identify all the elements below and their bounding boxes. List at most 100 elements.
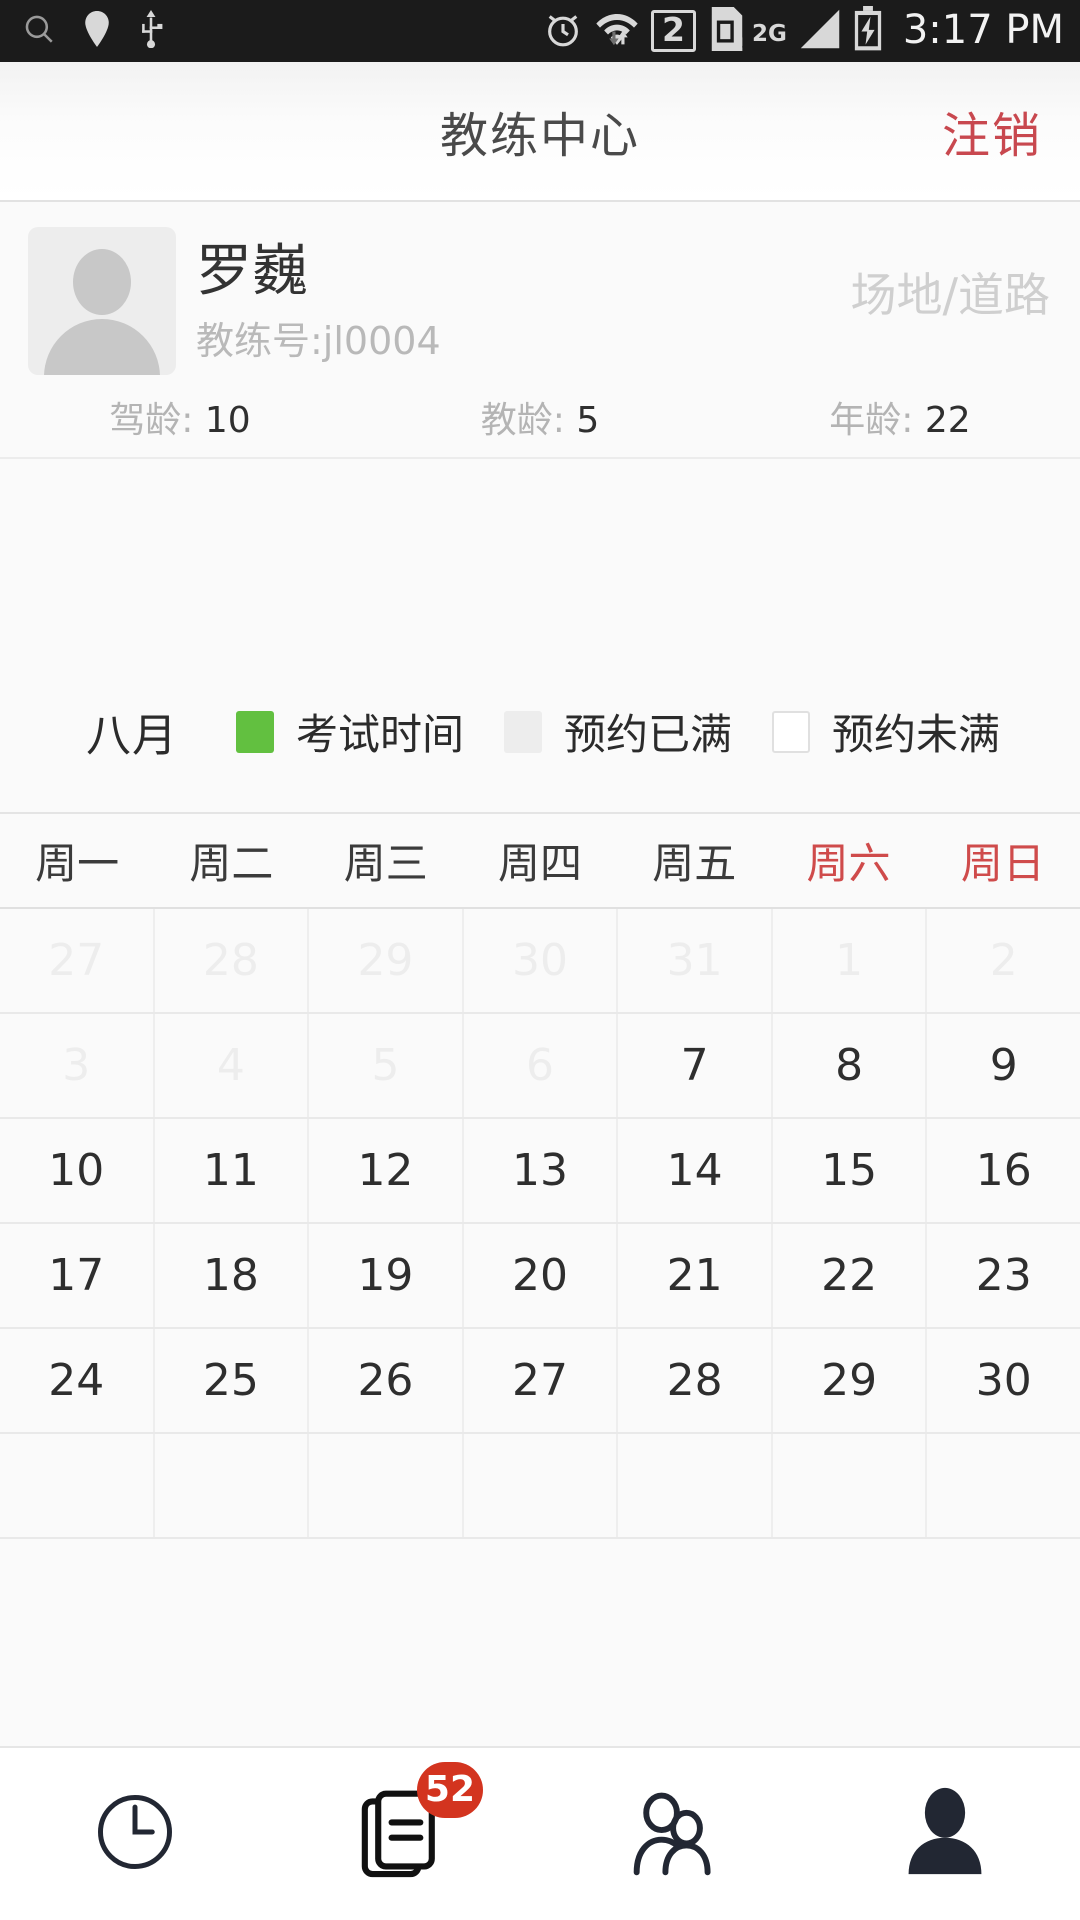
status-bar-left-icons <box>22 10 164 52</box>
page-title: 教练中心 <box>439 108 640 164</box>
calendar-day-cell[interactable]: 25 <box>154 1329 310 1432</box>
calendar-day-cell <box>309 1434 464 1537</box>
clock-time: 3:17 PM <box>902 6 1064 53</box>
calendar-day-cell[interactable]: 18 <box>154 1224 310 1327</box>
logout-button[interactable]: 注销 <box>942 96 1042 166</box>
calendar-day-cell <box>0 1434 155 1537</box>
stat-teaching-years: 教龄: 5 <box>360 391 720 443</box>
bottom-navigation-bar: 52 <box>0 1746 1080 1920</box>
legend-item-full: 预约已满 <box>504 701 732 762</box>
clock-icon <box>89 1786 181 1882</box>
weekday-header-cell: 周日 <box>960 839 1045 888</box>
stat-age: 年龄: 22 <box>720 391 1080 443</box>
search-icon <box>22 12 56 50</box>
location-pin-icon <box>82 11 112 51</box>
nav-item-schedule[interactable] <box>0 1748 270 1920</box>
calendar-day-cell[interactable]: 13 <box>463 1119 619 1222</box>
calendar-day-cell: 27 <box>0 909 155 1012</box>
app-header: 教练中心 注销 <box>0 62 1080 202</box>
calendar-day-cell[interactable]: 20 <box>463 1224 619 1327</box>
legend-swatch-open <box>772 710 811 753</box>
calendar-day-cell: 5 <box>309 1014 464 1117</box>
stat-driving-years-label: 驾龄: <box>109 400 205 441</box>
calendar-day-cell[interactable]: 14 <box>618 1119 773 1222</box>
calendar-day-cell[interactable]: 21 <box>618 1224 773 1327</box>
avatar[interactable] <box>28 227 176 375</box>
calendar-day-cell[interactable]: 28 <box>618 1329 773 1432</box>
calendar-week-row <box>0 1434 1080 1539</box>
calendar-day-cell: 2 <box>927 909 1080 1012</box>
avatar-head-shape <box>73 249 131 315</box>
two-people-icon <box>627 1786 723 1882</box>
calendar-day-cell[interactable]: 22 <box>772 1224 928 1327</box>
app-screen: 2 2G 3:17 PM 教练中心 注销 罗巍 教练号:jl0004 场地/道路… <box>0 0 1080 1920</box>
weekday-header-cell: 周一 <box>35 839 120 888</box>
calendar-day-cell[interactable]: 15 <box>772 1119 928 1222</box>
calendar-day-cell: 6 <box>463 1014 619 1117</box>
weekday-header-cell: 周二 <box>189 839 274 888</box>
calendar-day-cell[interactable]: 8 <box>772 1014 928 1117</box>
calendar-day-cell <box>927 1434 1080 1537</box>
calendar-day-cell[interactable]: 11 <box>154 1119 310 1222</box>
calendar-day-cell[interactable]: 9 <box>927 1014 1080 1117</box>
battery-charging-icon <box>853 6 883 56</box>
calendar-day-cell <box>463 1434 619 1537</box>
calendar-day-cell[interactable]: 24 <box>0 1329 155 1432</box>
calendar-day-cell[interactable]: 12 <box>309 1119 464 1222</box>
stat-age-label: 年龄: <box>829 400 925 441</box>
sim-card-icon <box>708 7 746 55</box>
calendar-day-cell: 29 <box>309 909 464 1012</box>
network-type-label: 2G <box>751 21 787 47</box>
calendar-day-cell[interactable]: 19 <box>309 1224 464 1327</box>
avatar-body-shape <box>44 319 160 375</box>
wifi-icon <box>595 9 639 53</box>
legend-item-exam: 考试时间 <box>236 701 464 762</box>
calendar-day-cell <box>154 1434 310 1537</box>
calendar-day-cell[interactable]: 17 <box>0 1224 155 1327</box>
status-bar-right-icons: 2 2G 3:17 PM <box>543 6 1064 56</box>
calendar-day-cell: 3 <box>0 1014 155 1117</box>
calendar-day-cell[interactable]: 23 <box>927 1224 1080 1327</box>
calendar-day-cell <box>618 1434 773 1537</box>
stat-teaching-years-value: 5 <box>576 400 600 441</box>
schedule-panel: 八月 考试时间 预约已满 预约未满 <box>0 459 1080 814</box>
coach-profile-card[interactable]: 罗巍 教练号:jl0004 场地/道路 驾龄: 10 教龄: 5 年龄: 22 <box>0 202 1080 459</box>
coach-type: 场地/道路 <box>850 268 1051 322</box>
calendar-day-cell[interactable]: 30 <box>927 1329 1080 1432</box>
calendar-week-row: 3456789 <box>0 1014 1080 1119</box>
documents-icon: 52 <box>361 1762 483 1882</box>
stat-driving-years-value: 10 <box>204 400 251 441</box>
calendar-day-cell[interactable]: 27 <box>463 1329 619 1432</box>
calendar-day-cell[interactable]: 10 <box>0 1119 155 1222</box>
calendar-day-cell[interactable]: 16 <box>927 1119 1080 1222</box>
orders-badge-count: 52 <box>416 1762 483 1818</box>
legend-swatch-full <box>504 710 543 753</box>
legend-label-exam: 考试时间 <box>296 710 465 759</box>
calendar-day-cell: 4 <box>154 1014 310 1117</box>
nav-item-profile[interactable] <box>810 1748 1080 1920</box>
legend-label-open: 预约未满 <box>832 710 1001 759</box>
legend-label-full: 预约已满 <box>564 710 733 759</box>
stat-teaching-years-label: 教龄: <box>480 400 577 441</box>
current-month-label: 八月 <box>86 709 179 762</box>
calendar-legend: 八月 考试时间 预约已满 预约未满 <box>0 699 1080 764</box>
calendar-day-cell[interactable]: 26 <box>309 1329 464 1432</box>
weekday-header-cell: 周五 <box>652 839 737 888</box>
coach-name: 罗巍 <box>196 239 308 304</box>
coach-stats-row: 驾龄: 10 教龄: 5 年龄: 22 <box>0 391 1080 443</box>
nav-item-students[interactable] <box>540 1748 810 1920</box>
calendar-week-row: 10 11 12 13 14 15 16 <box>0 1119 1080 1224</box>
calendar-grid[interactable]: 27 28 29 30 31 1 2 3 4 5 6 7 8 9 10 11 12 13 14 15 16 17 18 19 2… <box>0 909 1080 1746</box>
signal-bars-icon <box>799 8 841 54</box>
nav-item-orders[interactable]: 52 <box>270 1748 540 1920</box>
usb-icon <box>138 10 164 52</box>
stat-age-value: 22 <box>924 400 971 441</box>
calendar-day-cell <box>772 1434 928 1537</box>
calendar-day-cell: 28 <box>154 909 310 1012</box>
calendar-day-cell[interactable]: 29 <box>772 1329 928 1432</box>
stat-driving-years: 驾龄: 10 <box>0 391 360 443</box>
calendar-day-cell: 31 <box>618 909 773 1012</box>
status-bar: 2 2G 3:17 PM <box>0 0 1080 62</box>
calendar-day-cell[interactable]: 7 <box>618 1014 773 1117</box>
weekday-header-cell: 周三 <box>343 839 428 888</box>
